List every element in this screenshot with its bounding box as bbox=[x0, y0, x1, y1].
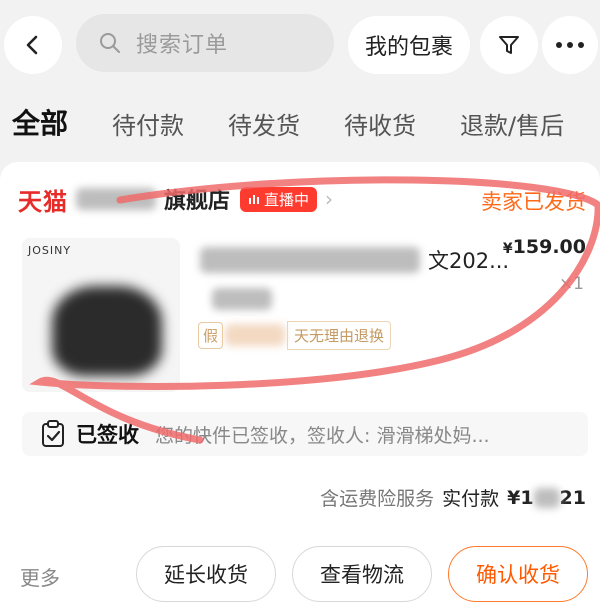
tab-all[interactable]: 全部 bbox=[12, 102, 68, 142]
view-logistics-button[interactable]: 查看物流 bbox=[292, 546, 432, 602]
product-quantity: ×1 bbox=[558, 274, 584, 294]
paid-amount-redacted bbox=[533, 488, 560, 508]
more-options-button[interactable] bbox=[542, 16, 598, 74]
confirm-receipt-button[interactable]: 确认收货 bbox=[448, 546, 588, 602]
tag-prefix: 假 bbox=[198, 321, 224, 349]
product-image-redacted bbox=[52, 286, 162, 376]
store-header[interactable]: 天猫 旗舰店 直播中 › bbox=[18, 182, 333, 216]
shipping-insurance-label: 含运费险服务 bbox=[320, 488, 435, 510]
paid-amount-tail: 21 bbox=[559, 486, 586, 509]
product-title-redacted bbox=[200, 247, 420, 273]
order-status: 卖家已发货 bbox=[481, 190, 586, 214]
tag-redacted bbox=[225, 324, 286, 346]
tab-pending-shipment[interactable]: 待发货 bbox=[228, 106, 300, 141]
delivery-status-label: 已签收 bbox=[76, 423, 139, 447]
price-value: 159.00 bbox=[512, 236, 586, 258]
live-badge-text: 直播中 bbox=[264, 190, 310, 209]
clipboard-check-icon bbox=[42, 420, 64, 447]
more-dots-icon bbox=[556, 42, 584, 48]
product-thumbnail[interactable]: JOSINY bbox=[22, 238, 180, 392]
search-input[interactable]: 搜索订单 bbox=[76, 14, 334, 72]
product-spec-redacted bbox=[212, 288, 272, 310]
paid-amount-value: ¥1 21 bbox=[507, 487, 586, 509]
my-packages-button[interactable]: 我的包裹 bbox=[348, 16, 470, 74]
paid-amount-prefix: ¥1 bbox=[507, 486, 534, 509]
delivery-status-desc: 您的快件已签收，签收人: 滑滑梯处妈... bbox=[155, 424, 490, 447]
store-name-suffix: 旗舰店 bbox=[164, 189, 231, 214]
extend-receipt-button[interactable]: 延长收货 bbox=[136, 546, 276, 602]
paid-amount-label: 实付款 bbox=[442, 488, 500, 510]
search-placeholder: 搜索订单 bbox=[136, 33, 229, 58]
tag-text: 天无理由退换 bbox=[287, 320, 392, 350]
order-card: 天猫 旗舰店 直播中 › 卖家已发货 JOSINY 文202... ¥159.0… bbox=[0, 162, 600, 611]
back-button[interactable] bbox=[4, 16, 62, 74]
order-actions: 更多 延长收货 查看物流 确认收货 bbox=[0, 542, 600, 602]
tab-pending-receipt[interactable]: 待收货 bbox=[344, 106, 416, 141]
price-currency: ¥ bbox=[502, 241, 513, 257]
store-name-redacted bbox=[76, 188, 156, 210]
order-tabs: 全部 待付款 待发货 待收货 退款/售后 bbox=[0, 96, 600, 156]
product-price: ¥159.00 bbox=[503, 236, 586, 258]
tab-pending-payment[interactable]: 待付款 bbox=[112, 106, 184, 141]
product-title[interactable]: 文202... bbox=[200, 240, 510, 280]
payment-summary: 含运费险服务 实付款 ¥1 21 bbox=[320, 484, 586, 511]
tmall-logo: 天猫 bbox=[18, 187, 68, 216]
delivery-status-row[interactable]: 已签收 您的快件已签收，签收人: 滑滑梯处妈... bbox=[22, 412, 588, 456]
live-bars-icon bbox=[249, 195, 260, 204]
chevron-left-icon bbox=[26, 35, 38, 55]
live-badge: 直播中 bbox=[240, 186, 318, 212]
product-title-visible: 文202... bbox=[428, 249, 510, 273]
search-icon bbox=[100, 33, 120, 53]
product-brand: JOSINY bbox=[28, 244, 72, 257]
return-policy-tag: 假 天无理由退换 bbox=[198, 320, 392, 350]
filter-icon bbox=[499, 36, 519, 54]
top-bar: 搜索订单 我的包裹 bbox=[0, 0, 600, 86]
chevron-right-icon: › bbox=[325, 187, 334, 211]
filter-button[interactable] bbox=[480, 16, 538, 74]
more-link[interactable]: 更多 bbox=[20, 562, 60, 591]
tab-refund-aftersale[interactable]: 退款/售后 bbox=[460, 106, 564, 141]
